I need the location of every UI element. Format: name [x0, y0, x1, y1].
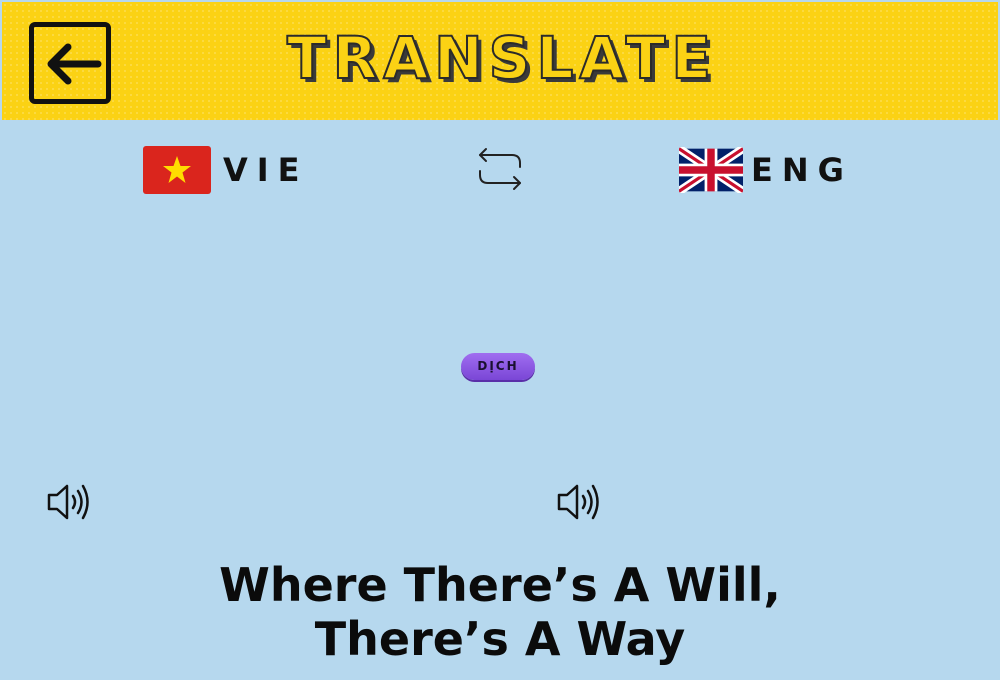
quote-line-1: Where There’s A Will, — [219, 558, 781, 612]
quote-text: Where There’s A Will, There’s A Way — [0, 558, 1000, 666]
uk-flag-icon — [679, 147, 743, 193]
speaker-volume-icon — [47, 484, 89, 520]
app-header: TRANSLATE — [2, 2, 998, 120]
quote-line-2: There’s A Way — [314, 612, 686, 666]
page-title: TRANSLATE — [286, 23, 717, 93]
target-speak-button[interactable] — [556, 480, 602, 524]
source-language-code: VIE — [223, 151, 309, 189]
swap-languages-button[interactable] — [476, 145, 524, 193]
target-language-selector[interactable]: ENG — [679, 145, 853, 195]
swap-arrows-icon — [479, 148, 521, 190]
speaker-volume-icon — [557, 484, 599, 520]
target-language-code: ENG — [751, 151, 853, 189]
source-speak-button[interactable] — [46, 480, 92, 524]
translate-button[interactable]: DỊCH — [461, 353, 535, 380]
source-language-selector[interactable]: VIE — [143, 145, 309, 195]
vietnam-flag-icon — [143, 146, 211, 194]
